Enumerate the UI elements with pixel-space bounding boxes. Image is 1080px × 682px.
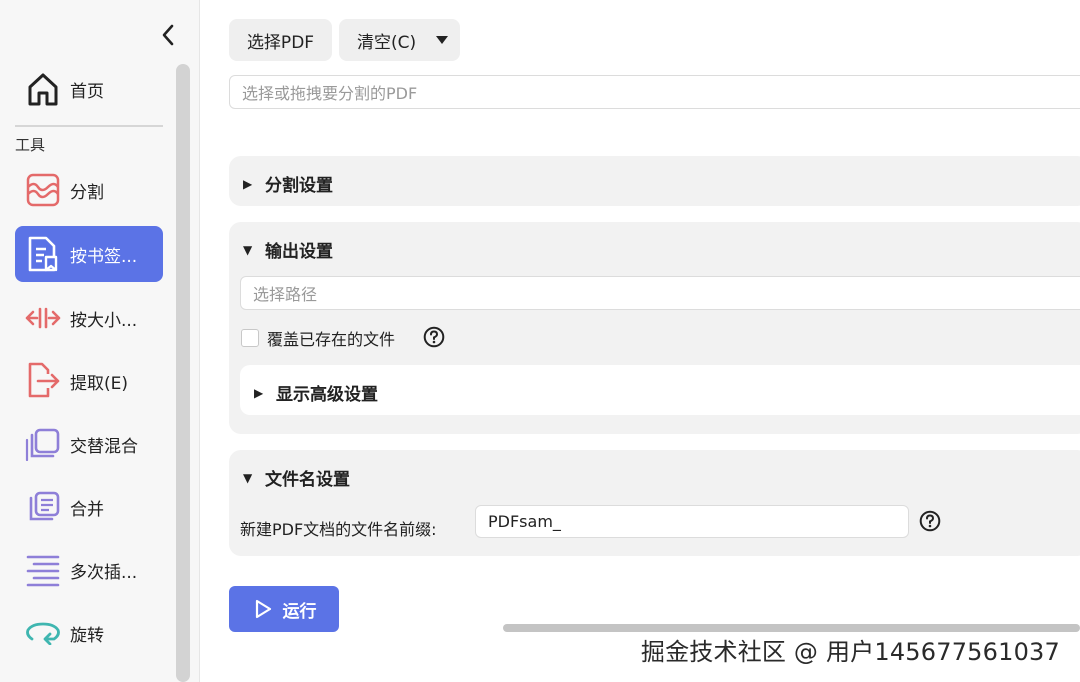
run-button-label: 运行 — [282, 601, 317, 622]
expand-triangle-icon: ▶ — [254, 385, 264, 400]
sidebar-item-label: 提取(E) — [70, 373, 129, 394]
sidebar-item-alternate-mix[interactable]: 交替混合 — [15, 416, 163, 472]
sidebar-item-label: 分割 — [70, 182, 104, 203]
sidebar-item-merge[interactable]: 合并 — [15, 479, 163, 535]
prefix-input[interactable]: PDFsam_ — [475, 505, 909, 538]
sidebar-item-label: 合并 — [70, 499, 104, 520]
bookmark-doc-icon — [23, 234, 63, 274]
merge-icon — [23, 487, 63, 527]
clear-button[interactable]: 清空(C) — [339, 19, 460, 61]
collapse-triangle-icon: ▼ — [243, 470, 253, 485]
split-icon — [23, 170, 63, 210]
clear-button-label: 清空(C) — [357, 32, 417, 53]
split-settings-panel: ▶ 分割设置 — [229, 156, 1080, 206]
watermark: 掘金技术社区 @ 用户145677561037 — [640, 638, 1060, 666]
pdf-file-input[interactable]: 选择或拖拽要分割的PDF — [229, 75, 1080, 109]
sidebar-item-split-by-size[interactable]: 按大小... — [15, 290, 163, 346]
main-content: 选择PDF 清空(C) 选择或拖拽要分割的PDF ▶ 分割设置 ▼ 输出设置 选… — [200, 0, 1080, 682]
sidebar-item-label: 多次插... — [70, 562, 138, 583]
overwrite-checkbox[interactable] — [241, 329, 259, 347]
filename-settings-title: 文件名设置 — [265, 470, 350, 490]
caret-down-icon[interactable] — [436, 36, 448, 44]
sidebar-item-label: 交替混合 — [70, 436, 138, 457]
sidebar-item-label: 按书签... — [70, 246, 138, 267]
help-icon[interactable] — [423, 326, 445, 348]
collapse-sidebar-button[interactable] — [156, 22, 180, 48]
home-icon — [23, 69, 63, 109]
sidebar-item-split-by-bookmarks[interactable]: 按书签... — [15, 226, 163, 282]
sidebar-item-rotate[interactable]: 旋转 — [15, 605, 163, 661]
sidebar-scrollbar[interactable] — [176, 64, 190, 682]
filename-settings-panel: ▼ 文件名设置 — [229, 450, 1080, 556]
collapse-triangle-icon: ▼ — [243, 242, 253, 257]
multi-insert-icon — [23, 550, 63, 590]
sidebar-item-split[interactable]: 分割 — [15, 162, 163, 218]
output-settings-title: 输出设置 — [265, 242, 333, 262]
output-path-input[interactable]: 选择路径 — [240, 276, 1080, 310]
filename-settings-header[interactable]: ▼ 文件名设置 — [243, 465, 350, 490]
select-pdf-button[interactable]: 选择PDF — [229, 19, 332, 61]
sidebar-divider — [15, 125, 163, 127]
alternate-mix-icon — [23, 424, 63, 464]
rotate-icon — [23, 613, 63, 653]
sidebar-item-extract[interactable]: 提取(E) — [15, 353, 163, 409]
run-button[interactable]: 运行 — [229, 586, 339, 632]
advanced-settings-title: 显示高级设置 — [276, 385, 378, 405]
advanced-settings-header[interactable]: ▶ 显示高级设置 — [254, 380, 378, 405]
size-split-icon — [23, 298, 63, 338]
prefix-label: 新建PDF文档的文件名前缀: — [240, 520, 437, 539]
split-settings-title: 分割设置 — [265, 176, 333, 196]
sidebar-item-label: 旋转 — [70, 625, 104, 646]
sidebar-item-label: 按大小... — [70, 310, 138, 331]
help-icon[interactable] — [919, 510, 941, 532]
overwrite-label: 覆盖已存在的文件 — [267, 330, 396, 349]
expand-triangle-icon: ▶ — [243, 176, 253, 191]
play-icon — [255, 599, 271, 619]
extract-icon — [23, 361, 63, 401]
app-window: 首页 工具 分割 按书签... 按大小... 提取(E) 交替混合 合并 多次插… — [0, 0, 1080, 682]
sidebar: 首页 工具 分割 按书签... 按大小... 提取(E) 交替混合 合并 多次插… — [0, 0, 200, 682]
sidebar-item-home[interactable]: 首页 — [15, 64, 163, 114]
sidebar-section-title: 工具 — [15, 136, 46, 154]
sidebar-item-label: 首页 — [70, 81, 104, 102]
sidebar-item-multi-insert[interactable]: 多次插... — [15, 542, 163, 598]
split-settings-header[interactable]: ▶ 分割设置 — [243, 171, 333, 196]
chevron-left-icon — [162, 24, 174, 46]
horizontal-scrollbar[interactable] — [503, 624, 1080, 632]
advanced-settings-panel: ▶ 显示高级设置 — [240, 365, 1080, 415]
output-settings-header[interactable]: ▼ 输出设置 — [243, 237, 333, 262]
